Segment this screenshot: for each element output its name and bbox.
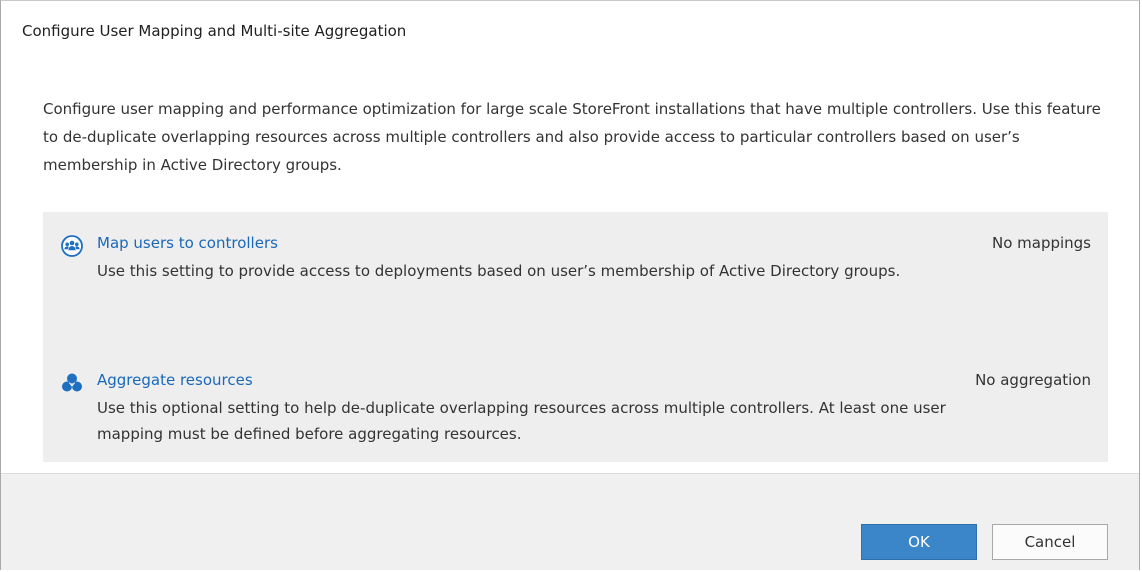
aggregate-resources-status: No aggregation <box>975 371 1091 389</box>
aggregate-resources-link[interactable]: Aggregate resources <box>97 371 253 389</box>
map-users-description: Use this setting to provide access to de… <box>97 262 901 280</box>
setting-map-users-header: Map users to controllers No mappings <box>61 232 1091 258</box>
map-users-to-controllers-link[interactable]: Map users to controllers <box>97 234 278 252</box>
settings-panel: Map users to controllers No mappings Use… <box>43 212 1108 462</box>
map-users-status: No mappings <box>991 234 1091 252</box>
intro-text: Configure user mapping and performance o… <box>43 100 1101 174</box>
cancel-button[interactable]: Cancel <box>992 524 1108 560</box>
users-group-icon <box>61 235 83 257</box>
aggregate-resources-description: Use this optional setting to help de-dup… <box>97 399 946 443</box>
setting-aggregate-resources: Aggregate resources No aggregation Use t… <box>61 369 1091 447</box>
setting-aggregate-resources-header: Aggregate resources No aggregation <box>61 369 1091 395</box>
configure-user-mapping-dialog: Configure User Mapping and Multi-site Ag… <box>0 0 1140 570</box>
setting-map-users: Map users to controllers No mappings Use… <box>61 232 1091 284</box>
dialog-footer: OK Cancel <box>1 473 1139 570</box>
ok-button[interactable]: OK <box>861 524 977 560</box>
dialog-title: Configure User Mapping and Multi-site Ag… <box>22 22 407 40</box>
aggregate-resources-icon <box>62 373 82 392</box>
